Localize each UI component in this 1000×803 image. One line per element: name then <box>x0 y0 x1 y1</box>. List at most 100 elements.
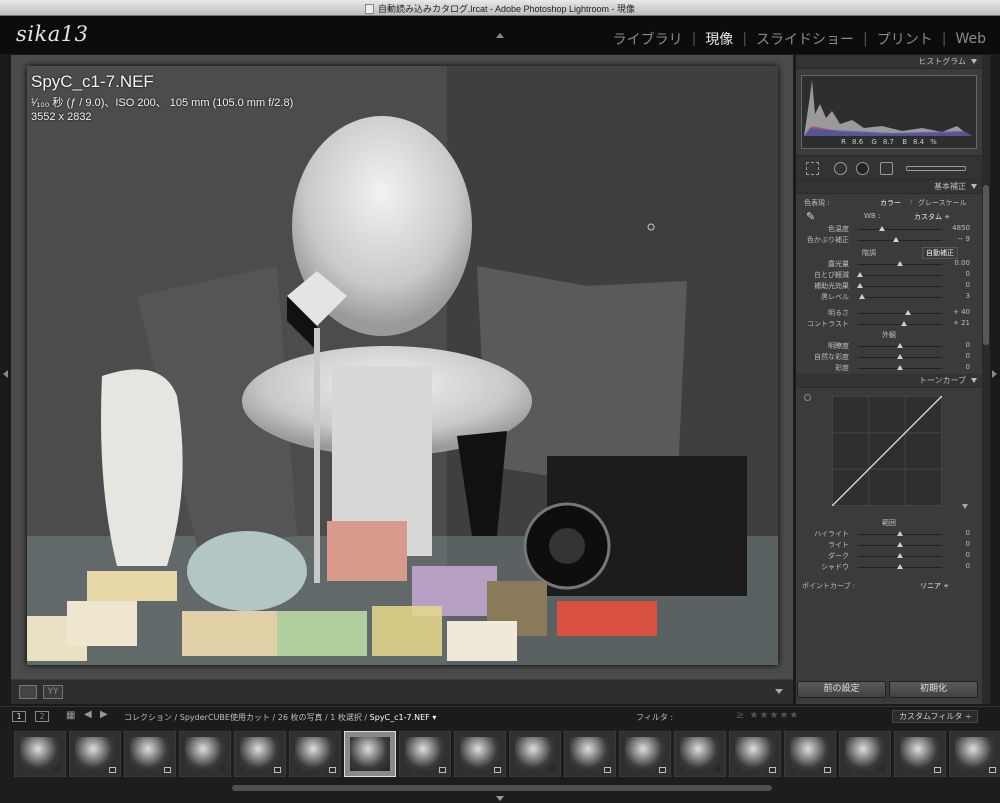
filmstrip-thumbnail[interactable] <box>14 731 66 777</box>
curve-menu-icon[interactable] <box>962 504 968 509</box>
target-adjust-icon[interactable] <box>804 394 811 401</box>
brightness-slider[interactable] <box>858 313 942 314</box>
red-eye-icon[interactable] <box>856 162 869 175</box>
show-right-panel-icon[interactable] <box>992 370 997 378</box>
contrast-value[interactable]: + 21 <box>946 319 970 327</box>
filmstrip-thumbnail[interactable] <box>619 731 671 777</box>
right-panel-scrollbar[interactable] <box>982 55 990 704</box>
filmstrip-thumbnail[interactable] <box>674 731 726 777</box>
collapse-triangle-icon[interactable] <box>971 184 977 189</box>
filmstrip-thumbnail[interactable] <box>564 731 616 777</box>
darks-slider-knob[interactable] <box>897 553 903 558</box>
module-slideshow[interactable]: スライドショー <box>756 29 854 49</box>
before-after-view-button[interactable]: YY <box>43 685 63 699</box>
darks-value[interactable]: 0 <box>946 551 970 559</box>
collapse-top-panel-icon[interactable] <box>496 33 504 38</box>
filmstrip-thumbnail[interactable] <box>69 731 121 777</box>
eyedropper-icon[interactable]: ✎ <box>806 210 815 223</box>
tint-value[interactable]: − 9 <box>946 235 970 243</box>
filmstrip-thumbnail[interactable] <box>839 731 891 777</box>
recovery-slider-knob[interactable] <box>856 272 863 277</box>
contrast-slider-knob[interactable] <box>901 321 908 326</box>
exposure-slider-knob[interactable] <box>897 261 903 266</box>
color-button[interactable]: カラー <box>880 198 901 208</box>
tint-slider[interactable] <box>858 240 942 241</box>
lights-value[interactable]: 0 <box>946 540 970 548</box>
saturation-slider-knob[interactable] <box>897 365 903 370</box>
vibrance-value[interactable]: 0 <box>946 352 970 360</box>
shadows-value[interactable]: 0 <box>946 562 970 570</box>
brightness-slider-knob[interactable] <box>905 310 912 315</box>
collapse-triangle-icon[interactable] <box>971 59 977 64</box>
recovery-slider[interactable] <box>858 275 942 276</box>
filmstrip-thumbnail[interactable] <box>234 731 286 777</box>
photo-preview[interactable]: SpyC_c1-7.NEF ¹⁄₁₀₀ 秒 (ƒ / 9.0)、ISO 200、… <box>27 66 778 665</box>
filmstrip-thumbnail[interactable] <box>894 731 946 777</box>
temp-slider-knob[interactable] <box>878 226 885 231</box>
saturation-value[interactable]: 0 <box>946 363 970 371</box>
collapse-triangle-icon[interactable] <box>971 378 977 383</box>
shadows-slider-knob[interactable] <box>897 564 903 569</box>
show-left-panel-icon[interactable] <box>3 370 8 378</box>
filmstrip-thumbnail[interactable] <box>509 731 561 777</box>
tone-curve-header[interactable]: トーンカーブ <box>796 374 982 388</box>
graduated-filter-icon[interactable] <box>880 162 893 175</box>
fill-light-value[interactable]: 0 <box>946 281 970 289</box>
histogram-header[interactable]: ヒストグラム <box>796 55 982 69</box>
collapse-filmstrip-icon[interactable] <box>496 796 504 801</box>
exposure-value[interactable]: 0.00 <box>946 259 970 267</box>
vibrance-slider-knob[interactable] <box>897 354 903 359</box>
lights-slider-knob[interactable] <box>897 542 903 547</box>
reset-button[interactable]: 初期化 <box>889 681 978 698</box>
blacks-slider-knob[interactable] <box>859 294 866 299</box>
filmstrip-thumbnail[interactable] <box>289 731 341 777</box>
blacks-slider[interactable] <box>858 297 942 298</box>
filmstrip-thumbnail[interactable] <box>179 731 231 777</box>
filmstrip-thumbnail[interactable] <box>399 731 451 777</box>
previous-settings-button[interactable]: 前の設定 <box>797 681 886 698</box>
tone-curve-graph[interactable] <box>832 396 942 506</box>
filmstrip-thumbnail[interactable] <box>949 731 1000 777</box>
clarity-value[interactable]: 0 <box>946 341 970 349</box>
filmstrip-thumbnail[interactable] <box>784 731 836 777</box>
tint-slider-knob[interactable] <box>892 237 899 242</box>
auto-tone-button[interactable]: 自動補正 <box>922 247 958 259</box>
primary-window-button[interactable]: 1 <box>12 711 26 722</box>
blacks-value[interactable]: 3 <box>946 292 970 300</box>
grayscale-button[interactable]: グレースケール <box>918 198 967 208</box>
filmstrip-thumbnail[interactable] <box>729 731 781 777</box>
brightness-value[interactable]: + 40 <box>946 308 970 316</box>
wb-preset-select[interactable]: カスタム ÷ <box>914 212 950 222</box>
filmstrip-thumbnail[interactable] <box>124 731 176 777</box>
image-canvas[interactable]: SpyC_c1-7.NEF ¹⁄₁₀₀ 秒 (ƒ / 9.0)、ISO 200、… <box>11 55 793 679</box>
temp-value[interactable]: 4850 <box>946 224 970 232</box>
rating-filter[interactable]: ≥ ★★★★★ <box>736 710 799 721</box>
back-arrow-icon[interactable]: ◀ <box>84 709 92 720</box>
secondary-window-button[interactable]: 2 <box>35 711 49 722</box>
fill-light-slider-knob[interactable] <box>856 283 863 288</box>
point-curve-select[interactable]: リニア ÷ <box>920 581 949 591</box>
current-file-menu[interactable]: SpyC_c1-7.NEF ▾ <box>370 713 437 722</box>
toolbar-menu-icon[interactable] <box>775 689 783 694</box>
spot-removal-icon[interactable] <box>834 162 847 175</box>
grid-view-icon[interactable]: ▦ <box>66 710 75 721</box>
contrast-slider[interactable] <box>858 324 942 325</box>
module-library[interactable]: ライブラリ <box>613 29 683 49</box>
filmstrip-scrollbar[interactable] <box>232 785 772 791</box>
module-print[interactable]: プリント <box>877 29 933 49</box>
breadcrumb[interactable]: コレクション / SpyderCUBE使用カット / 26 枚の写真 / 1 枚… <box>124 712 436 723</box>
filmstrip-thumbnail[interactable] <box>344 731 396 777</box>
module-web[interactable]: Web <box>955 31 986 47</box>
filmstrip-thumbnail[interactable] <box>454 731 506 777</box>
temp-slider[interactable] <box>858 229 942 230</box>
crop-tool-icon[interactable] <box>806 162 819 175</box>
loupe-view-button[interactable] <box>19 685 37 699</box>
highlights-value[interactable]: 0 <box>946 529 970 537</box>
module-develop[interactable]: 現像 <box>705 29 733 49</box>
highlights-slider-knob[interactable] <box>897 531 903 536</box>
custom-filter-select[interactable]: カスタムフィルタ ÷ <box>892 710 978 723</box>
fill-light-slider[interactable] <box>858 286 942 287</box>
adjustment-brush-icon[interactable] <box>906 166 966 171</box>
recovery-value[interactable]: 0 <box>946 270 970 278</box>
clarity-slider-knob[interactable] <box>897 343 903 348</box>
